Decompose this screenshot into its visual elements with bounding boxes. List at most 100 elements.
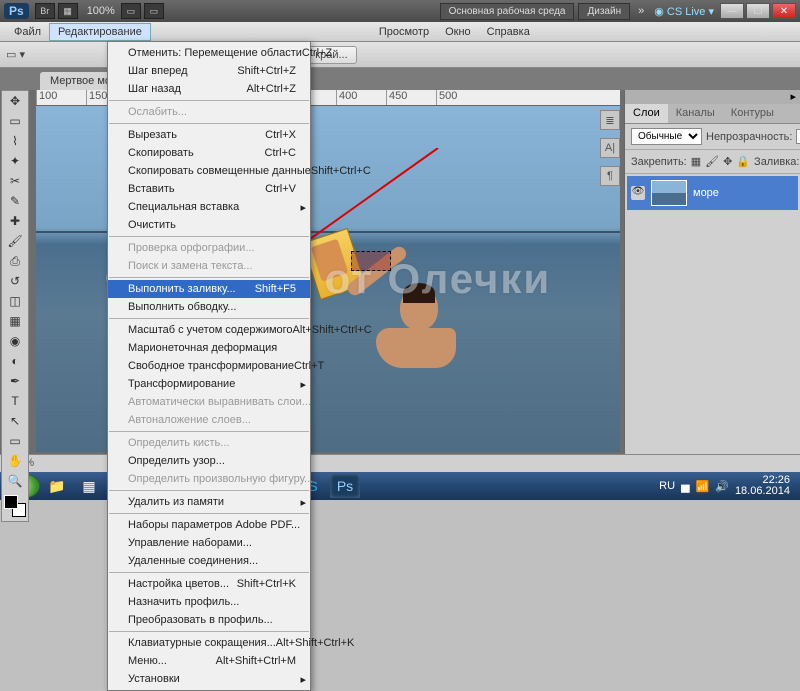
titlebar-zoom[interactable]: 100%: [87, 5, 115, 17]
eraser-tool[interactable]: ◫: [2, 291, 28, 311]
workspace-more-icon[interactable]: »: [638, 5, 644, 17]
bridge-icon[interactable]: Br: [35, 3, 55, 19]
menu-auto-align: Автоматически выравнивать слои...: [108, 393, 310, 411]
layer-name[interactable]: море: [693, 187, 719, 199]
menu-paste[interactable]: ВставитьCtrl+V: [108, 180, 310, 198]
hand-tool[interactable]: ✋: [2, 451, 28, 471]
menu-transform[interactable]: Трансформирование: [108, 375, 310, 393]
tray-volume-icon[interactable]: 🔊: [715, 480, 729, 493]
menu-preferences[interactable]: Установки: [108, 670, 310, 688]
menu-menus[interactable]: Меню...Alt+Shift+Ctrl+M: [108, 652, 310, 670]
menu-color-settings[interactable]: Настройка цветов...Shift+Ctrl+K: [108, 575, 310, 593]
layers-panel: ▸ Слои Каналы Контуры Обычные Непрозрачн…: [624, 90, 800, 472]
menu-fill[interactable]: Выполнить заливку...Shift+F5: [108, 280, 310, 298]
minibridge-icon[interactable]: ▦: [58, 3, 78, 19]
tray-network-icon[interactable]: 📶: [696, 480, 710, 493]
menu-purge[interactable]: Удалить из памяти: [108, 493, 310, 511]
blur-tool[interactable]: ◉: [2, 331, 28, 351]
workspace-selector[interactable]: Основная рабочая среда: [440, 3, 575, 20]
menu-edit[interactable]: Редактирование: [49, 23, 151, 41]
heal-tool[interactable]: ✚: [2, 211, 28, 231]
tool-preset-icon[interactable]: ▭ ▾: [6, 48, 25, 61]
menu-file[interactable]: Файл: [6, 24, 49, 40]
tray-flag-icon[interactable]: ▅: [681, 480, 689, 493]
lasso-tool[interactable]: ⌇: [2, 131, 28, 151]
menu-stroke[interactable]: Выполнить обводку...: [108, 298, 310, 316]
menu-step-forward[interactable]: Шаг впередShift+Ctrl+Z: [108, 62, 310, 80]
menu-find-replace: Поиск и замена текста...: [108, 257, 310, 275]
panel-collapse-icon[interactable]: ▸: [625, 90, 800, 104]
blend-mode-select[interactable]: Обычные: [631, 128, 702, 145]
menu-copy[interactable]: СкопироватьCtrl+C: [108, 144, 310, 162]
cslive-button[interactable]: ◉ CS Live ▾: [654, 5, 714, 18]
menu-undo[interactable]: Отменить: Перемещение областиCtrl+Z: [108, 44, 310, 62]
crop-tool[interactable]: ✂: [2, 171, 28, 191]
tab-paths[interactable]: Контуры: [723, 104, 782, 123]
lock-position-icon[interactable]: ✥: [723, 155, 732, 168]
tab-channels[interactable]: Каналы: [668, 104, 723, 123]
menu-define-shape: Определить произвольную фигуру...: [108, 470, 310, 488]
menu-preset-manager[interactable]: Управление наборами...: [108, 534, 310, 552]
move-tool[interactable]: ✥: [2, 91, 28, 111]
eyedropper-tool[interactable]: ✎: [2, 191, 28, 211]
history-brush-tool[interactable]: ↺: [2, 271, 28, 291]
menu-free-transform[interactable]: Свободное трансформированиеCtrl+T: [108, 357, 310, 375]
menu-spellcheck: Проверка орфографии...: [108, 239, 310, 257]
menu-convert-profile[interactable]: Преобразовать в профиль...: [108, 611, 310, 629]
layer-row[interactable]: 👁 море: [627, 176, 798, 210]
close-button[interactable]: ✕: [772, 3, 796, 19]
tray-clock[interactable]: 22:26 18.06.2014: [735, 475, 790, 497]
paragraph-panel-icon[interactable]: ¶: [600, 166, 620, 186]
menu-pdf-presets[interactable]: Наборы параметров Adobe PDF...: [108, 516, 310, 534]
taskbar-totalcmd-icon[interactable]: ▦: [74, 474, 104, 498]
menu-cut[interactable]: ВырезатьCtrl+X: [108, 126, 310, 144]
taskbar-photoshop-icon[interactable]: Ps: [330, 474, 360, 498]
zoom-tool[interactable]: 🔍: [2, 471, 28, 491]
lock-all-icon[interactable]: 🔒: [736, 155, 750, 168]
gradient-tool[interactable]: ▦: [2, 311, 28, 331]
wand-tool[interactable]: ✦: [2, 151, 28, 171]
layer-visibility-icon[interactable]: 👁: [631, 186, 645, 200]
opacity-input[interactable]: [796, 129, 800, 144]
type-tool[interactable]: T: [2, 391, 28, 411]
lock-pixels-icon[interactable]: 🖌: [705, 155, 719, 168]
character-panel-icon[interactable]: A|: [600, 138, 620, 158]
menu-step-backward[interactable]: Шаг назадAlt+Ctrl+Z: [108, 80, 310, 98]
layer-thumbnail[interactable]: [651, 180, 687, 206]
path-tool[interactable]: ↖: [2, 411, 28, 431]
menu-help[interactable]: Справка: [479, 24, 538, 40]
menu-remote-connections[interactable]: Удаленные соединения...: [108, 552, 310, 570]
view-extras-icon[interactable]: ▭: [121, 3, 141, 19]
screen-mode-icon[interactable]: ▭: [144, 3, 164, 19]
titlebar: Ps Br ▦ 100% ▭ ▭ Основная рабочая среда …: [0, 0, 800, 22]
menu-content-aware-scale[interactable]: Масштаб с учетом содержимогоAlt+Shift+Ct…: [108, 321, 310, 339]
brush-tool[interactable]: 🖌: [2, 231, 28, 251]
dodge-tool[interactable]: ◐: [2, 351, 28, 371]
menu-assign-profile[interactable]: Назначить профиль...: [108, 593, 310, 611]
stamp-tool[interactable]: ⎙: [2, 251, 28, 271]
pen-tool[interactable]: ✒: [2, 371, 28, 391]
color-swatch[interactable]: [4, 495, 26, 517]
menu-auto-blend: Автоналожение слоев...: [108, 411, 310, 429]
lock-transparency-icon[interactable]: ▦: [691, 155, 701, 168]
menu-keyboard-shortcuts[interactable]: Клавиатурные сокращения...Alt+Shift+Ctrl…: [108, 634, 310, 652]
tab-layers[interactable]: Слои: [625, 104, 668, 123]
menu-paste-special[interactable]: Специальная вставка: [108, 198, 310, 216]
menu-window[interactable]: Окно: [437, 24, 479, 40]
minimize-button[interactable]: —: [720, 3, 744, 19]
shape-tool[interactable]: ▭: [2, 431, 28, 451]
app-logo: Ps: [4, 3, 29, 19]
menu-puppet-warp[interactable]: Марионеточная деформация: [108, 339, 310, 357]
maximize-button[interactable]: ☐: [746, 3, 770, 19]
photoshop-window: Ps Br ▦ 100% ▭ ▭ Основная рабочая среда …: [0, 0, 800, 472]
history-panel-icon[interactable]: ≣: [600, 110, 620, 130]
menu-view[interactable]: Просмотр: [371, 24, 437, 40]
menu-copy-merged[interactable]: Скопировать совмещенные данныеShift+Ctrl…: [108, 162, 310, 180]
system-tray: RU ▅ 📶 🔊 22:26 18.06.2014: [659, 475, 796, 497]
taskbar-explorer-icon[interactable]: 📁: [42, 474, 72, 498]
marquee-tool[interactable]: ▭: [2, 111, 28, 131]
tray-lang[interactable]: RU: [659, 480, 675, 492]
menu-define-pattern[interactable]: Определить узор...: [108, 452, 310, 470]
design-workspace[interactable]: Дизайн: [578, 3, 630, 20]
menu-clear[interactable]: Очистить: [108, 216, 310, 234]
